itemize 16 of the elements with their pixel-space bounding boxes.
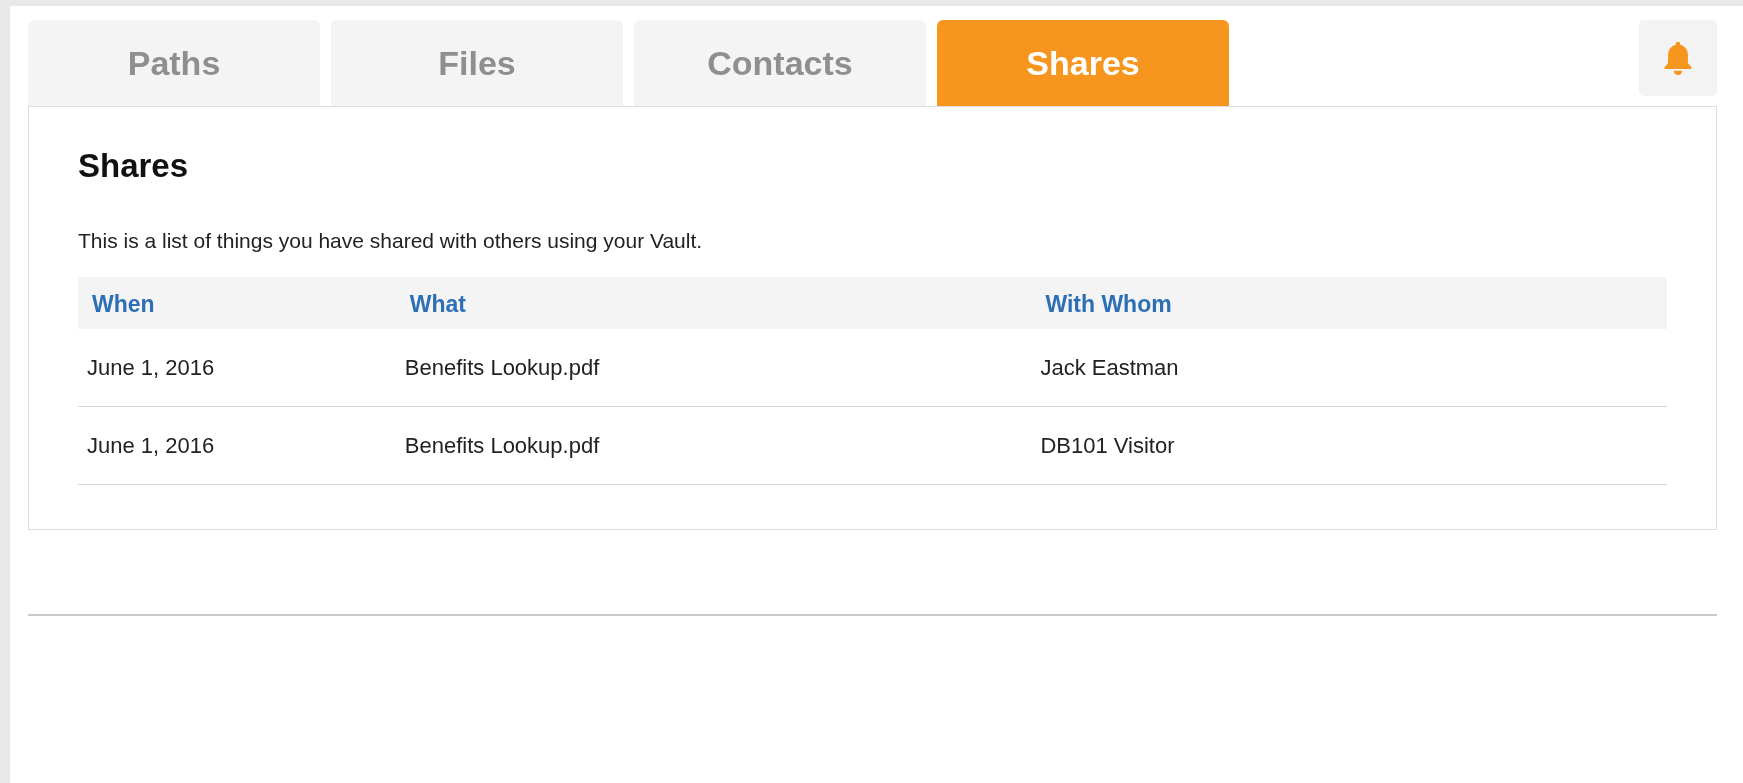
notifications-button[interactable] [1639, 20, 1717, 96]
section-title: Shares [78, 147, 190, 185]
column-header: When [78, 277, 396, 329]
table-cell: DB101 Visitor [1031, 406, 1667, 485]
tab[interactable]: Paths [28, 20, 320, 106]
table-cell: Jack Eastman [1031, 329, 1667, 407]
column-header: What [395, 277, 1032, 329]
table-cell: Benefits Lookup.pdf [395, 329, 1032, 407]
tab[interactable]: Files [331, 20, 623, 106]
table-cell: June 1, 2016 [78, 406, 396, 485]
tab[interactable]: Shares [937, 20, 1229, 106]
description-text: This is a list of things you have shared with others using your Vault. [78, 229, 704, 253]
table-cell: June 1, 2016 [78, 329, 396, 407]
column-header: With Whom [1031, 277, 1667, 329]
tab[interactable]: Contacts [634, 20, 926, 106]
table-cell: Benefits Lookup.pdf [395, 406, 1032, 485]
